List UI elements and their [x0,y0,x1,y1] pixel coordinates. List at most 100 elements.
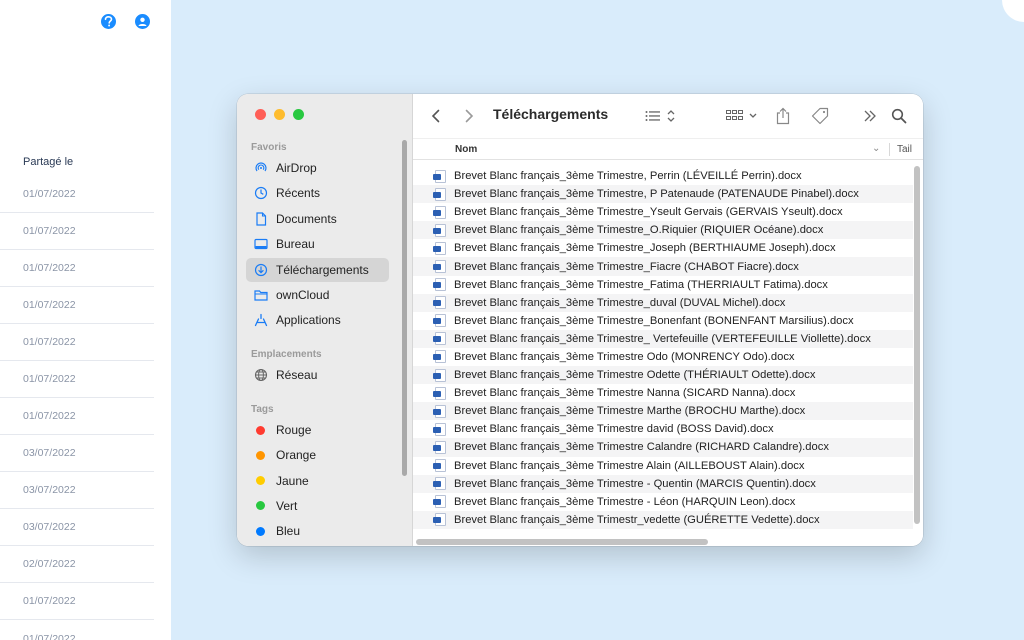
sidebar-item-label: Jaune [276,473,309,488]
tag-icon [811,107,829,125]
sidebar-item-label: Vert [276,498,298,513]
column-separator[interactable] [889,143,890,156]
sidebar-item-jaune[interactable]: Jaune [246,469,389,493]
shared-date-cell: 01/07/2022 [0,324,154,361]
sidebar-item-documents[interactable]: Documents [246,207,389,231]
chevron-left-icon [431,109,440,123]
sidebar-item-vert[interactable]: Vert [246,494,389,518]
sidebar-item-bleu[interactable]: Bleu [246,519,389,543]
file-row[interactable]: Brevet Blanc français_3ème Trimestre_O.R… [413,221,913,240]
file-row[interactable]: Brevet Blanc français_3ème Trimestre dav… [413,420,913,438]
file-row[interactable]: Brevet Blanc français_3ème Trimestre_Fia… [413,257,913,276]
sidebar-item-label: Bleu [276,524,301,539]
minimize-window-button[interactable] [274,109,285,120]
file-row[interactable]: Brevet Blanc français_3ème Trimestre Ode… [413,366,913,385]
list-view-button[interactable] [645,94,679,138]
word-document-icon [433,495,446,509]
file-name: Brevet Blanc français_3ème Trimestre, P … [454,188,859,201]
word-document-icon [433,422,446,436]
file-row[interactable]: Brevet Blanc français_3ème Trimestre Mar… [413,402,913,421]
file-row[interactable]: Brevet Blanc français_3ème Trimestre_Bon… [413,312,913,330]
sort-chevron-icon[interactable]: ⌄ [872,143,880,154]
word-document-icon [433,513,446,527]
forward-button[interactable] [464,94,474,138]
sidebar-item-r-cents[interactable]: Récents [246,181,389,205]
share-button[interactable] [775,94,791,138]
file-row[interactable]: Brevet Blanc français_3ème Trimestre_Fat… [413,276,913,294]
shared-date-header[interactable]: Partagé le [23,156,73,168]
word-document-icon [433,187,446,201]
back-button[interactable] [431,94,441,138]
file-list: Brevet Blanc français_3ème Trimestre, Pe… [413,167,913,529]
word-document-icon [433,223,446,237]
search-button[interactable] [891,94,907,138]
file-name: Brevet Blanc français_3ème Trimestre Cal… [454,441,829,454]
shared-date-cell: 01/07/2022 [23,632,76,640]
sidebar-item-orange[interactable]: Orange [246,443,389,467]
column-size-header[interactable]: Tail [897,144,912,155]
sidebar-item-label: ownCloud [276,288,330,302]
column-name-header[interactable]: Nom [455,144,477,155]
tags-section-label: Tags [251,404,274,415]
vertical-scrollbar[interactable] [914,166,920,524]
file-row[interactable]: Brevet Blanc français_3ème Trimestre Odo… [413,348,913,366]
file-row[interactable]: Brevet Blanc français_3ème Trimestr_vede… [413,510,913,529]
sidebar-item-bureau[interactable]: Bureau [246,232,389,256]
word-document-icon [433,260,446,274]
file-row[interactable]: Brevet Blanc français_3ème Trimestre_Jos… [413,239,913,257]
file-row[interactable]: Brevet Blanc français_3ème Trimestre_duv… [413,293,913,312]
file-name: Brevet Blanc français_3ème Trimestre Mar… [454,405,806,418]
sidebar-item-label: Récents [276,186,321,201]
word-document-icon [433,386,446,400]
file-row[interactable]: Brevet Blanc français_3ème Trimestre Cal… [413,438,913,457]
sidebar-item-applications[interactable]: Applications [246,308,389,332]
file-name: Brevet Blanc français_3ème Trimestre_duv… [454,296,786,309]
word-document-icon [433,350,446,364]
file-row[interactable]: Brevet Blanc français_3ème Trimestre_Yse… [413,203,913,221]
tag-color-dot-icon [256,501,265,511]
sidebar-item-r-seau[interactable]: Réseau [246,363,389,387]
file-row[interactable]: Brevet Blanc français_3ème Trimestre - Q… [413,474,913,493]
word-document-icon [433,278,446,292]
shared-date-cell: 01/07/2022 [0,213,154,250]
sidebar-item-airdrop[interactable]: AirDrop [246,156,389,180]
sidebar-item-owncloud[interactable]: ownCloud [246,283,389,307]
file-row[interactable]: Brevet Blanc français_3ème Trimestre, Pe… [413,167,913,185]
file-name: Brevet Blanc français_3ème Trimestre Ala… [454,459,805,472]
file-name: Brevet Blanc français_3ème Trimestre_Fat… [454,278,828,291]
file-row[interactable]: Brevet Blanc français_3ème Trimestre Nan… [413,384,913,402]
group-by-button[interactable] [726,94,760,138]
sidebar-item-rouge[interactable]: Rouge [246,418,389,442]
sidebar-scrollbar[interactable] [402,140,407,476]
window-title: Téléchargements [493,106,609,122]
shared-date-cell: 01/07/2022 [0,398,154,435]
horizontal-scrollbar[interactable] [416,539,708,545]
file-name: Brevet Blanc français_3ème Trimestr_vede… [454,513,820,526]
shared-date-cell: 01/07/2022 [0,583,154,620]
file-row[interactable]: Brevet Blanc français_3ème Trimestre, P … [413,185,913,204]
word-document-icon [433,169,446,183]
favorites-section-label: Favoris [251,142,287,153]
user-icon[interactable] [135,14,150,29]
shared-date-cell: 03/07/2022 [0,509,154,546]
file-row[interactable]: Brevet Blanc français_3ème Trimestre_ Ve… [413,329,913,348]
search-icon [891,108,907,124]
tag-button[interactable] [811,94,829,138]
sidebar-item-t-l-chargements[interactable]: Téléchargements [246,257,389,282]
file-name: Brevet Blanc français_3ème Trimestre Nan… [454,387,796,400]
tag-color-dot-icon [256,425,265,435]
file-row[interactable]: Brevet Blanc français_3ème Trimestre - L… [413,493,913,511]
more-toolbar-button[interactable] [863,94,877,138]
finder-content: Téléchargements Nom ⌄ Tail Brevet Blanc … [413,94,923,546]
close-window-button[interactable] [255,109,266,120]
tag-color-dot-icon [256,526,265,536]
tag-color-dot-icon [256,450,265,460]
sidebar-item-label: Orange [276,448,317,463]
shared-date-cell: 01/07/2022 [0,250,154,287]
zoom-window-button[interactable] [293,109,304,120]
word-document-icon [433,205,446,219]
airdrop-icon [254,161,268,175]
help-icon[interactable] [101,14,116,29]
file-row[interactable]: Brevet Blanc français_3ème Trimestre Ala… [413,457,913,475]
shared-date-list: 01/07/2022 01/07/2022 01/07/2022 01/07/2022… [0,176,154,640]
